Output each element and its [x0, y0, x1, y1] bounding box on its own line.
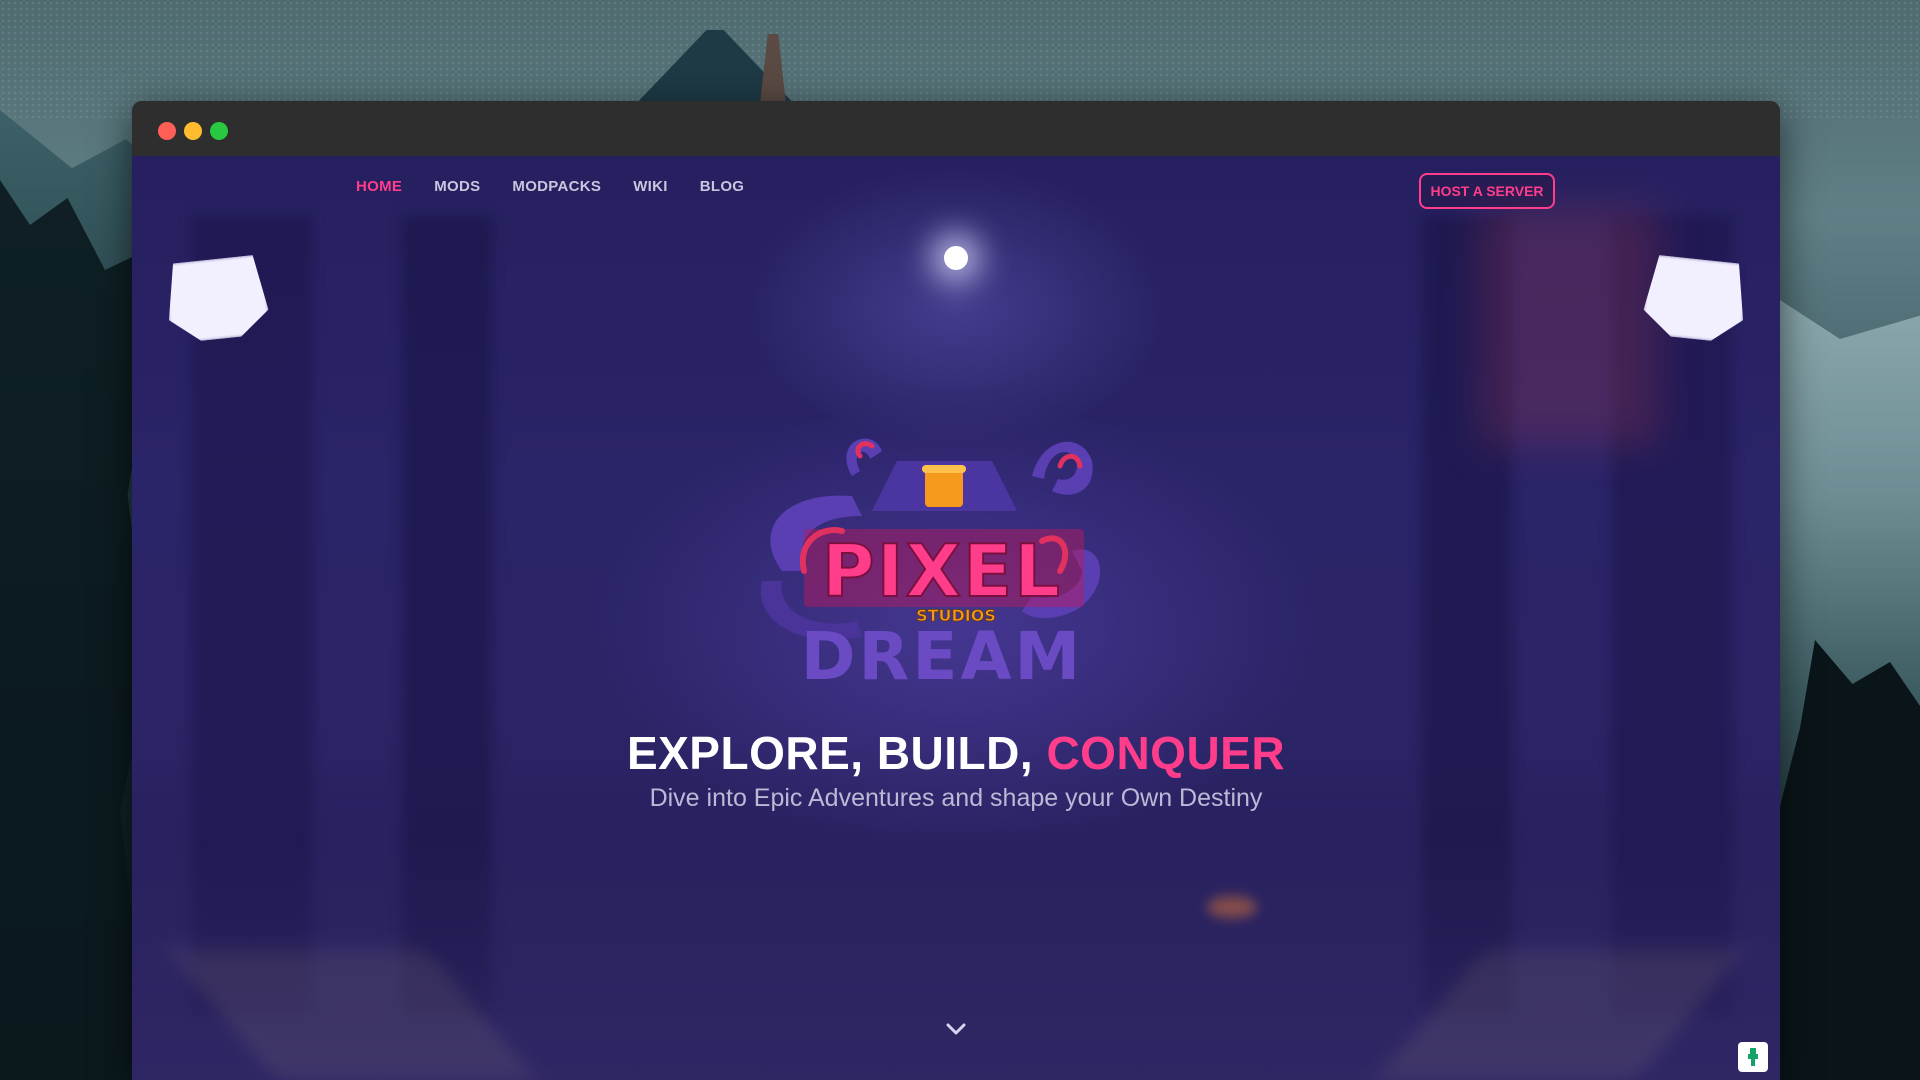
- pixel-dream-studios-logo: DREAM PIXEL STUDIOS: [760, 438, 1101, 695]
- minimize-window-button[interactable]: [184, 122, 202, 140]
- hero-headline: EXPLORE, BUILD, CONQUER: [132, 726, 1780, 780]
- hero-headline-main: EXPLORE, BUILD,: [626, 727, 1034, 779]
- nav-item-mods[interactable]: MODS: [434, 178, 480, 195]
- window-titlebar: [132, 101, 1780, 156]
- maximize-window-button[interactable]: [210, 122, 228, 140]
- nav-item-wiki[interactable]: WIKI: [633, 178, 668, 195]
- host-a-server-button[interactable]: HOST A SERVER: [1419, 173, 1555, 209]
- background-glow: [1480, 206, 1660, 446]
- help-widget-button[interactable]: [1738, 1042, 1768, 1072]
- help-widget-icon: [1748, 1048, 1758, 1066]
- logo-studios-text: STUDIOS: [916, 606, 996, 625]
- chevron-down-icon[interactable]: [944, 1021, 968, 1037]
- nav-item-home[interactable]: HOME: [356, 178, 402, 195]
- main-nav: HOME MODS MODPACKS WIKI BLOG: [356, 178, 744, 195]
- page-viewport: HOME MODS MODPACKS WIKI BLOG HOST A SERV…: [132, 156, 1780, 1080]
- close-window-button[interactable]: [158, 122, 176, 140]
- floor-lantern: [1207, 896, 1257, 918]
- browser-window: HOME MODS MODPACKS WIKI BLOG HOST A SERV…: [132, 101, 1780, 1080]
- logo-pixel-text: PIXEL: [822, 529, 1062, 613]
- nav-item-modpacks[interactable]: MODPACKS: [512, 178, 601, 195]
- ceiling-light: [944, 246, 968, 270]
- logo-dream-text: DREAM: [801, 618, 1083, 695]
- hero-headline-accent: CONQUER: [1046, 727, 1286, 779]
- hero-subheadline: Dive into Epic Adventures and shape your…: [649, 784, 1263, 812]
- nav-item-blog[interactable]: BLOG: [700, 178, 745, 195]
- forest-left: [0, 180, 150, 1080]
